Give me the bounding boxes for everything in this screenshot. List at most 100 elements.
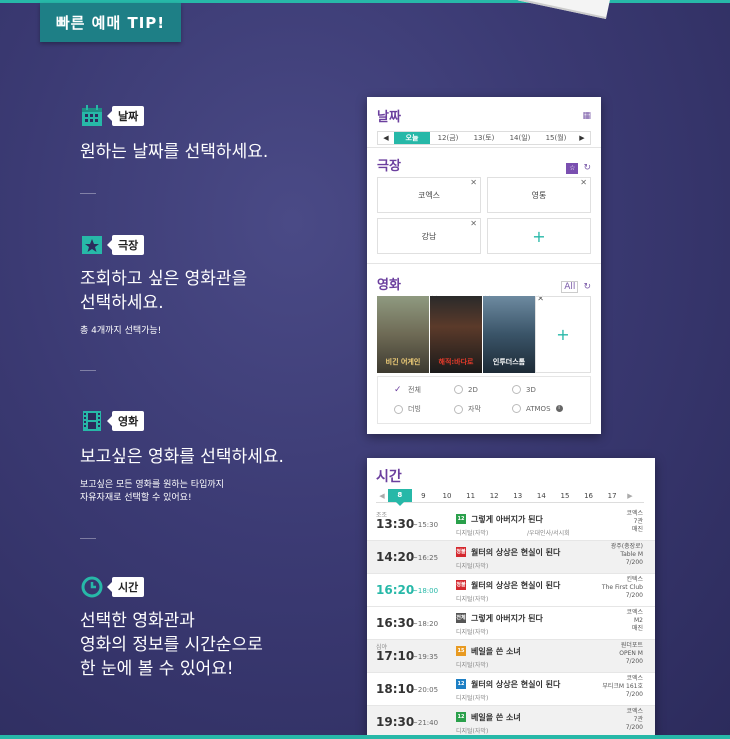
movie-title: 월터의 상상은 현실이 된다 [471,548,561,557]
option-subtitle[interactable]: 자막 [454,404,481,414]
ticket-decoration [517,0,613,20]
add-movie-button[interactable]: + [535,296,591,373]
all-button[interactable]: All [561,281,579,293]
radio-icon [454,385,463,394]
start-time: 19:30 [376,715,415,729]
step-time: 시간 선택한 영화관과 영화의 정보를 시간순으로 한 눈에 볼 수 있어요! [80,575,263,681]
movie-title: 월터의 상상은 현실이 된다 [471,680,561,689]
close-icon[interactable]: ✕ [470,178,477,187]
theater-slot[interactable]: ✕ 영통 [487,177,591,213]
rating-badge: 12 [456,514,466,524]
day-option[interactable]: 11 [459,492,483,500]
theater-tools: ☆ ↻ [566,155,591,174]
day-option[interactable]: 16 [577,492,601,500]
date-section: 날짜 ▦ ◀ 오늘 12(금) 13(토) 14(일) 15(월) ▶ [367,106,601,145]
showtime-row[interactable]: 심야 17:10 ~19:35 15 베일을 쓴 소녀 디지털(자막) 원더포트… [367,640,655,673]
date-option[interactable]: 오늘 [394,132,430,144]
movie-title: 월터의 상상은 현실이 된다 [471,581,561,590]
day-option[interactable]: 8 [388,489,412,506]
option-all[interactable]: ✓ 전체 [394,385,421,395]
movie-title: 베일을 쓴 소녀 [471,713,521,722]
close-icon[interactable]: ✕ [580,178,587,187]
option-3d[interactable]: 3D [512,385,536,394]
end-time: ~19:35 [412,653,439,661]
movie-poster[interactable]: ✕ 인투더스톰 [483,294,544,373]
date-section-title: 날짜 [377,110,401,125]
favorite-star-icon[interactable]: ☆ [566,163,579,174]
next-date-arrow-icon[interactable]: ▶ [574,134,590,142]
day-option[interactable]: 10 [435,492,459,500]
radio-icon [512,385,521,394]
close-icon[interactable]: ✕ [470,219,477,228]
day-option[interactable]: 9 [412,492,436,500]
showtime-row[interactable]: 18:10 ~20:05 12 월터의 상상은 현실이 된다 디지털(자막) 코… [367,673,655,706]
booking-panel: 날짜 ▦ ◀ 오늘 12(금) 13(토) 14(일) 15(월) ▶ 극장 ☆… [367,97,601,434]
start-time: 18:10 [376,682,415,696]
rating-badge: 12 [456,712,466,722]
date-option[interactable]: 15(월) [538,133,574,143]
theater-section: 극장 ☆ ↻ [367,155,601,174]
section-divider [367,263,601,264]
rating-badge: 15 [456,646,466,656]
date-option[interactable]: 13(토) [466,133,502,143]
day-option[interactable]: 17 [600,492,624,500]
option-dubbing[interactable]: 더빙 [394,404,421,414]
calendar-icon [80,104,104,128]
showtime-row[interactable]: 14:20 ~16:25 청불 월터의 상상은 현실이 된다 디지털(자막) 광… [367,541,655,574]
divider [80,193,96,194]
theater-slot[interactable]: ✕ 강남 [377,218,481,254]
extra-info: /우대인사/서시회 [527,530,570,537]
step-movie-title: 보고싶은 영화를 선택하세요. [80,447,284,467]
end-time: ~20:05 [412,686,439,694]
rating-badge: 전체 [456,613,466,623]
next-day-arrow-icon[interactable]: ▶ [624,492,636,500]
step-tag-movie: 영화 [106,411,145,431]
option-2d[interactable]: 2D [454,385,478,394]
format: 디지털(자막) [456,530,489,537]
day-option[interactable]: 12 [482,492,506,500]
refresh-icon[interactable]: ↻ [583,163,591,173]
movie-title: 그렇게 아버지가 된다 [471,614,543,623]
calendar-icon[interactable]: ▦ [582,111,591,121]
step-theater-title: 조회하고 싶은 영화관을 선택하세요. [80,269,248,313]
movie-poster[interactable]: ✕ 비긴 어게인 [377,294,438,373]
film-icon [80,409,104,433]
showtime-row[interactable]: 조조 13:30 ~15:30 12 그렇게 아버지가 된다 디지털(자막) /… [367,508,655,541]
movie-poster[interactable]: ✕ 해적:바다로 [430,294,491,373]
prev-day-arrow-icon[interactable]: ◀ [376,492,388,500]
theater-section-title: 극장 [377,159,401,174]
schedule-panel: 시간 ◀ 8 9 10 11 12 13 14 15 16 17 ▶ 조조 13… [367,458,655,739]
cinema-info: 코엑스 7관 매진 [626,510,643,533]
rating-badge: 12 [456,679,466,689]
movie-section: 영화 All ↻ [367,274,601,293]
step-date-title: 원하는 날짜를 선택하세요. [80,142,269,162]
date-option[interactable]: 12(금) [430,133,466,143]
showtime-row[interactable]: 16:30 ~18:20 전체 그렇게 아버지가 된다 디지털(자막) 코엑스 M… [367,607,655,640]
divider [80,538,96,539]
format: 디지털(자막) [456,596,489,603]
bottom-accent-bar [0,735,730,739]
day-option[interactable]: 15 [553,492,577,500]
format: 디지털(자막) [456,728,489,735]
theater-slot[interactable]: ✕ 코엑스 [377,177,481,213]
step-movie-note: 보고싶은 모든 영화를 원하는 타입까지 자유자재로 선택할 수 있어요! [80,480,224,503]
divider [80,370,96,371]
plus-icon: + [556,325,570,344]
refresh-icon[interactable]: ↻ [583,282,591,292]
format: 디지털(자막) [456,662,489,669]
day-option[interactable]: 14 [530,492,554,500]
radio-icon [454,404,463,414]
theater-icon [80,233,104,257]
add-theater-button[interactable]: + [487,218,591,254]
day-option[interactable]: 13 [506,492,530,500]
date-option[interactable]: 14(일) [502,133,538,143]
showtime-row[interactable]: 16:20 ~18:00 청불 월터의 상상은 현실이 된다 디지털(자막) 킨… [367,574,655,607]
schedule-title: 시간 [376,469,402,485]
rating-badge: 청불 [456,547,466,557]
option-atmos[interactable]: ATMOS i [512,404,563,413]
cinema-info: 코엑스 M2 매진 [626,609,643,632]
step-date: 날짜 원하는 날짜를 선택하세요. [80,104,268,164]
prev-date-arrow-icon[interactable]: ◀ [378,134,394,142]
end-time: ~18:20 [412,620,439,628]
step-tag-date: 날짜 [106,106,145,126]
